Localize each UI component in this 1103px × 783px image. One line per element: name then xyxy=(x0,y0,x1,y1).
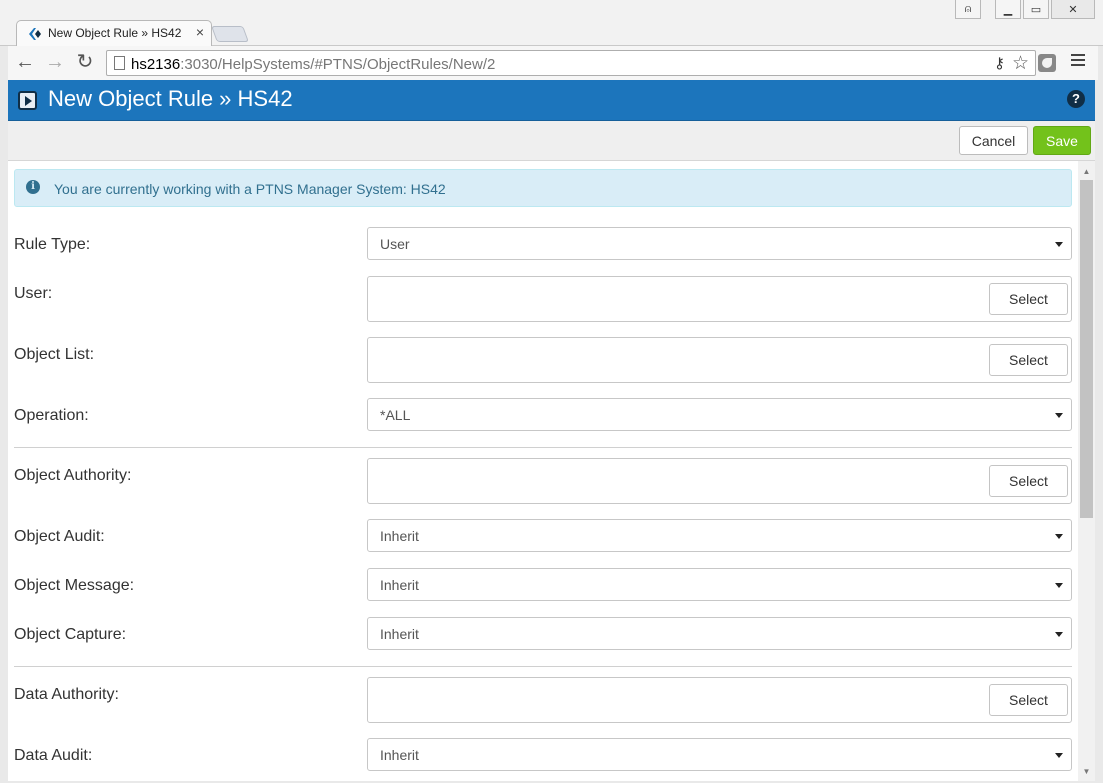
data-audit-label: Data Audit: xyxy=(14,747,93,764)
object-authority-label: Object Authority: xyxy=(14,467,132,484)
object-message-select[interactable]: Inherit xyxy=(367,568,1072,601)
user-select-button[interactable]: Select xyxy=(989,283,1068,315)
rule-type-select[interactable]: User xyxy=(367,227,1072,260)
extension-icon[interactable] xyxy=(1038,54,1056,72)
object-message-label: Object Message: xyxy=(14,577,135,594)
profile-icon[interactable]: ⍝ xyxy=(955,0,981,19)
new-tab-button[interactable] xyxy=(211,26,249,42)
save-button[interactable]: Save xyxy=(1033,126,1091,155)
user-picker[interactable]: Select xyxy=(367,276,1072,322)
address-bar[interactable]: hs2136:3030/HelpSystems/#PTNS/ObjectRule… xyxy=(106,50,1036,76)
object-capture-value: Inherit xyxy=(380,626,419,642)
object-audit-select[interactable]: Inherit xyxy=(367,519,1072,552)
data-authority-picker[interactable]: Select xyxy=(367,677,1072,723)
data-authority-label: Data Authority: xyxy=(14,686,119,703)
play-icon xyxy=(18,91,37,110)
url-host: hs2136 xyxy=(131,56,181,73)
operation-select[interactable]: *ALL xyxy=(367,398,1072,431)
operation-value: *ALL xyxy=(380,407,411,423)
url-path: :3030/HelpSystems/#PTNS/ObjectRules/New/… xyxy=(180,56,496,73)
tab-close-icon[interactable]: × xyxy=(196,24,204,40)
object-list-select-button[interactable]: Select xyxy=(989,344,1068,376)
scrollbar-thumb[interactable] xyxy=(1080,180,1093,518)
back-icon[interactable]: ← xyxy=(14,52,36,74)
chevron-down-icon xyxy=(1055,534,1063,539)
chevron-down-icon xyxy=(1055,632,1063,637)
key-icon[interactable]: ⚷ xyxy=(994,54,1005,72)
bookmark-star-icon[interactable]: ☆ xyxy=(1012,52,1029,75)
info-icon: i xyxy=(26,180,40,194)
alert-text: You are currently working with a PTNS Ma… xyxy=(54,181,446,197)
operation-label: Operation: xyxy=(14,407,89,424)
object-audit-value: Inherit xyxy=(380,528,419,544)
form-content: i You are currently working with a PTNS … xyxy=(8,161,1078,781)
maximize-icon[interactable]: ▭ xyxy=(1023,0,1049,19)
page-title: New Object Rule » HS42 xyxy=(48,86,293,111)
browser-toolbar: ← → ↻ hs2136:3030/HelpSystems/#PTNS/Obje… xyxy=(8,46,1098,80)
object-list-label: Object List: xyxy=(14,346,95,363)
help-icon[interactable]: ? xyxy=(1067,90,1085,108)
scroll-down-icon[interactable]: ▼ xyxy=(1078,765,1095,779)
data-audit-select[interactable]: Inherit xyxy=(367,738,1072,771)
user-label: User: xyxy=(14,285,53,302)
chevron-down-icon xyxy=(1055,583,1063,588)
object-audit-label: Object Audit: xyxy=(14,528,105,545)
info-alert: i You are currently working with a PTNS … xyxy=(14,169,1072,207)
action-bar: Cancel Save xyxy=(8,121,1095,161)
data-authority-select-button[interactable]: Select xyxy=(989,684,1068,716)
tab-title: New Object Rule » HS42 xyxy=(48,26,182,40)
object-capture-label: Object Capture: xyxy=(14,626,127,643)
section-divider xyxy=(14,666,1072,667)
chevron-down-icon xyxy=(1055,413,1063,418)
content-scrollbar[interactable]: ▲ ▼ xyxy=(1078,161,1095,781)
window-controls: ⍝ ▁ ▭ ✕ xyxy=(955,0,1095,20)
object-authority-picker[interactable]: Select xyxy=(367,458,1072,504)
cancel-button[interactable]: Cancel xyxy=(959,126,1028,155)
scroll-up-icon[interactable]: ▲ xyxy=(1078,165,1095,179)
reload-icon[interactable]: ↻ xyxy=(74,52,96,74)
data-audit-value: Inherit xyxy=(380,747,419,763)
section-divider xyxy=(14,447,1072,448)
object-authority-select-button[interactable]: Select xyxy=(989,465,1068,497)
app-header: New Object Rule » HS42 ? xyxy=(8,80,1095,121)
url-text: hs2136:3030/HelpSystems/#PTNS/ObjectRule… xyxy=(131,56,495,73)
window-titlebar: New Object Rule » HS42 × ⍝ ▁ ▭ ✕ xyxy=(0,0,1103,46)
minimize-icon[interactable]: ▁ xyxy=(995,0,1021,19)
chevron-down-icon xyxy=(1055,753,1063,758)
browser-tab[interactable]: New Object Rule » HS42 × xyxy=(16,20,212,46)
chevron-down-icon xyxy=(1055,242,1063,247)
rule-type-label: Rule Type: xyxy=(14,236,91,253)
object-capture-select[interactable]: Inherit xyxy=(367,617,1072,650)
app-logo-icon xyxy=(29,28,41,40)
page-icon xyxy=(114,56,125,70)
rule-type-value: User xyxy=(380,236,410,252)
object-list-picker[interactable]: Select xyxy=(367,337,1072,383)
browser-menu-icon[interactable] xyxy=(1071,54,1085,70)
forward-icon[interactable]: → xyxy=(44,52,66,74)
object-message-value: Inherit xyxy=(380,577,419,593)
close-window-icon[interactable]: ✕ xyxy=(1051,0,1095,19)
